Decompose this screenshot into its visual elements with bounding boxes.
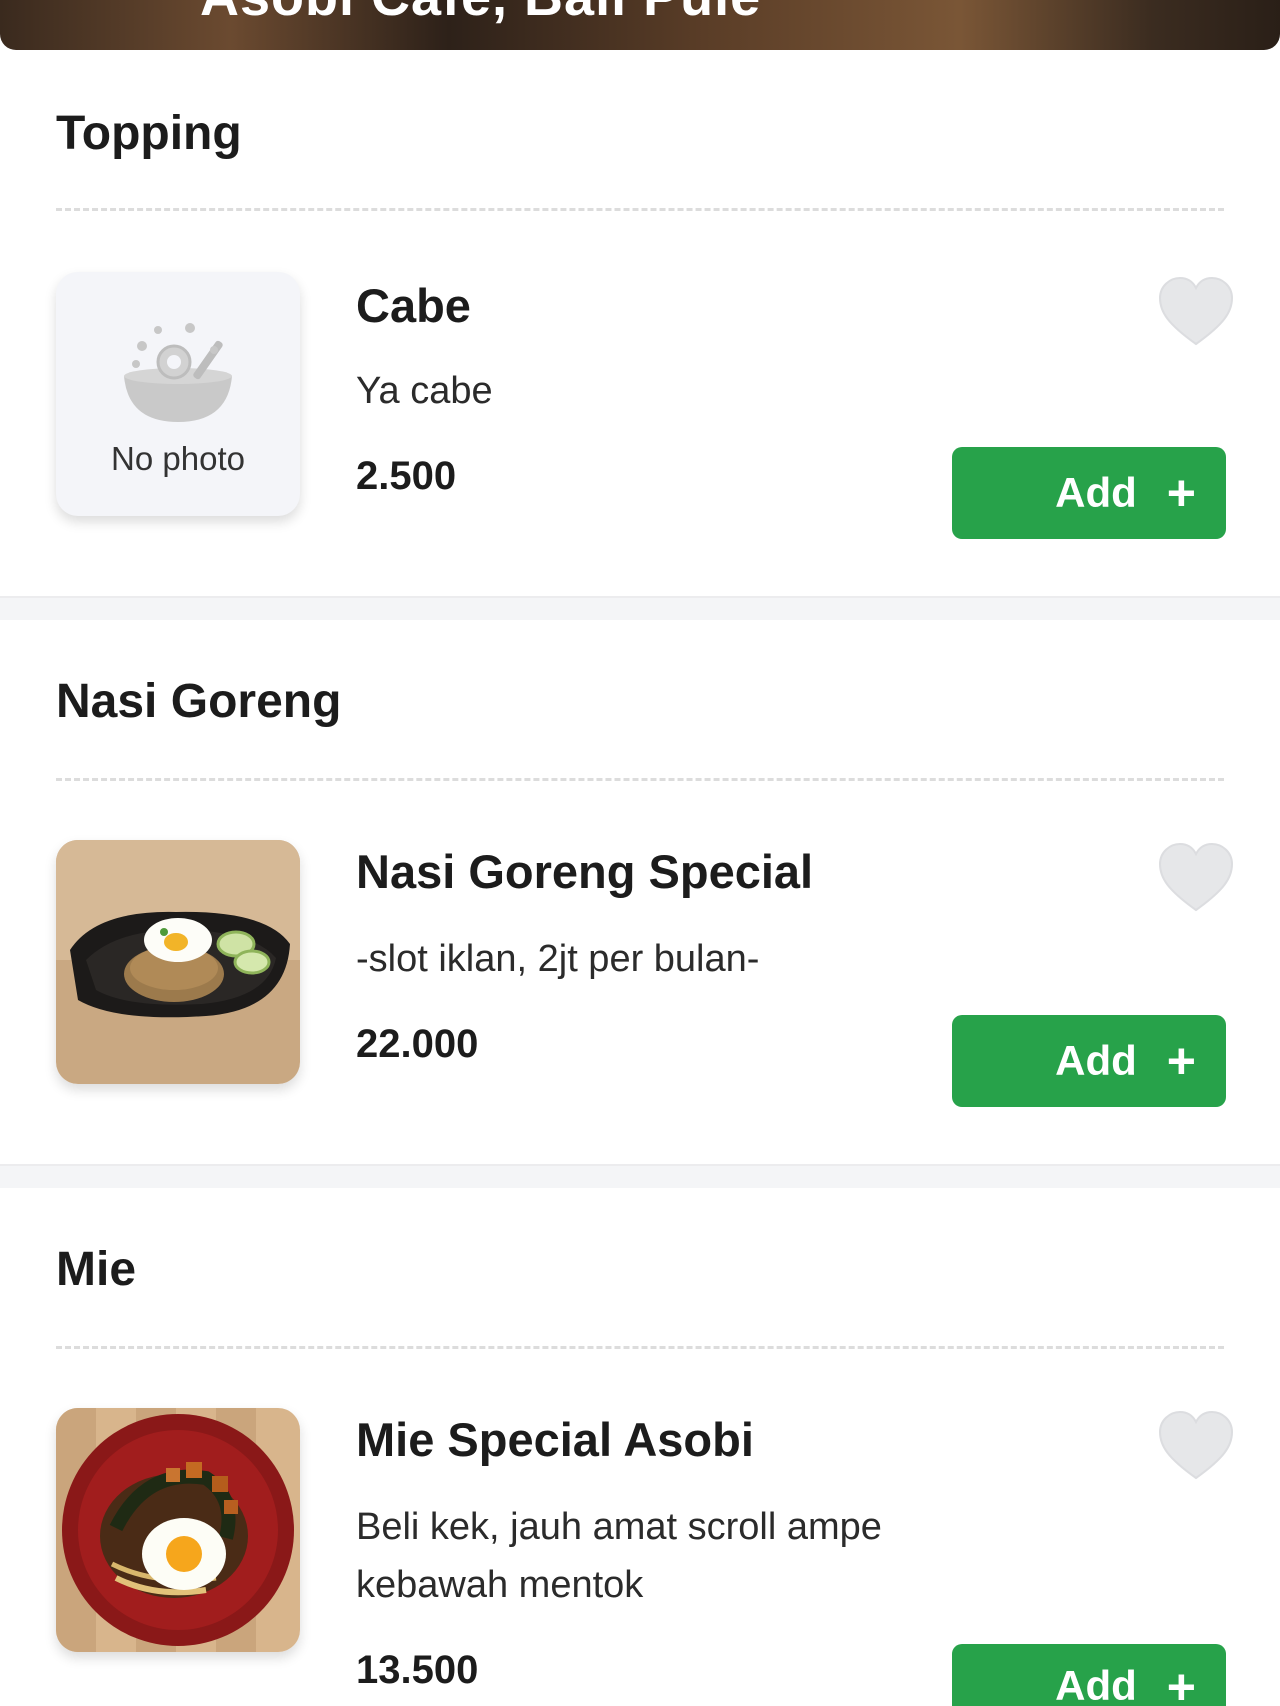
noodle-photo [56,1408,300,1652]
heart-icon[interactable] [1158,276,1234,348]
add-button-label: Add [1055,1037,1137,1084]
section-divider-line [56,1346,1224,1349]
plus-icon: + [1166,1659,1196,1706]
section-title: Topping [56,107,242,160]
section-divider-line [56,778,1224,781]
add-button[interactable]: Add + [952,1015,1226,1107]
plus-icon: + [1166,465,1196,521]
food-bowl-icon [124,323,232,422]
add-button-label: Add [1055,1662,1137,1706]
add-button[interactable]: Add + [952,1644,1226,1706]
no-photo-label: No photo [111,440,245,477]
item-photo-placeholder[interactable]: No photo [56,272,300,516]
item-price: 2.500 [356,454,457,498]
item-description: Ya cabe [356,370,493,412]
heart-icon[interactable] [1158,1410,1234,1482]
section-title: Mie [56,1243,137,1296]
section-separator [0,1164,1280,1188]
item-price: 13.500 [356,1648,479,1692]
item-photo-fried-rice[interactable] [56,840,300,1084]
restaurant-title: Asobi Cafe, Bali Pule [200,0,761,28]
menu-section-mie: Mie Mie Special Asobi Beli kek, jauh ama… [0,1188,1280,1706]
item-name[interactable]: Mie Special Asobi [356,1412,754,1467]
section-separator [0,596,1280,620]
header-icons [990,0,1190,20]
section-title: Nasi Goreng [56,675,342,728]
menu-section-nasi-goreng: Nasi Goreng Nasi Goreng Special -slot ik… [0,620,1280,1166]
plus-icon: + [1166,1033,1196,1089]
item-price: 22.000 [356,1022,479,1066]
add-button-label: Add [1055,469,1137,516]
add-button[interactable]: Add + [952,447,1226,539]
fried-rice-photo [56,840,300,1084]
item-description: -slot iklan, 2jt per bulan- [356,938,760,980]
item-name[interactable]: Nasi Goreng Special [356,844,813,899]
item-description: Beli kek, jauh amat scroll ampe kebawah … [356,1506,882,1606]
item-photo-noodle[interactable] [56,1408,300,1652]
item-name[interactable]: Cabe [356,278,471,333]
heart-icon[interactable] [1158,842,1234,914]
restaurant-header-banner: Asobi Cafe, Bali Pule [0,0,1280,50]
section-divider-line [56,208,1224,211]
menu-section-topping: Topping No photo Cabe Ya cabe 2.500 Add … [0,50,1280,596]
